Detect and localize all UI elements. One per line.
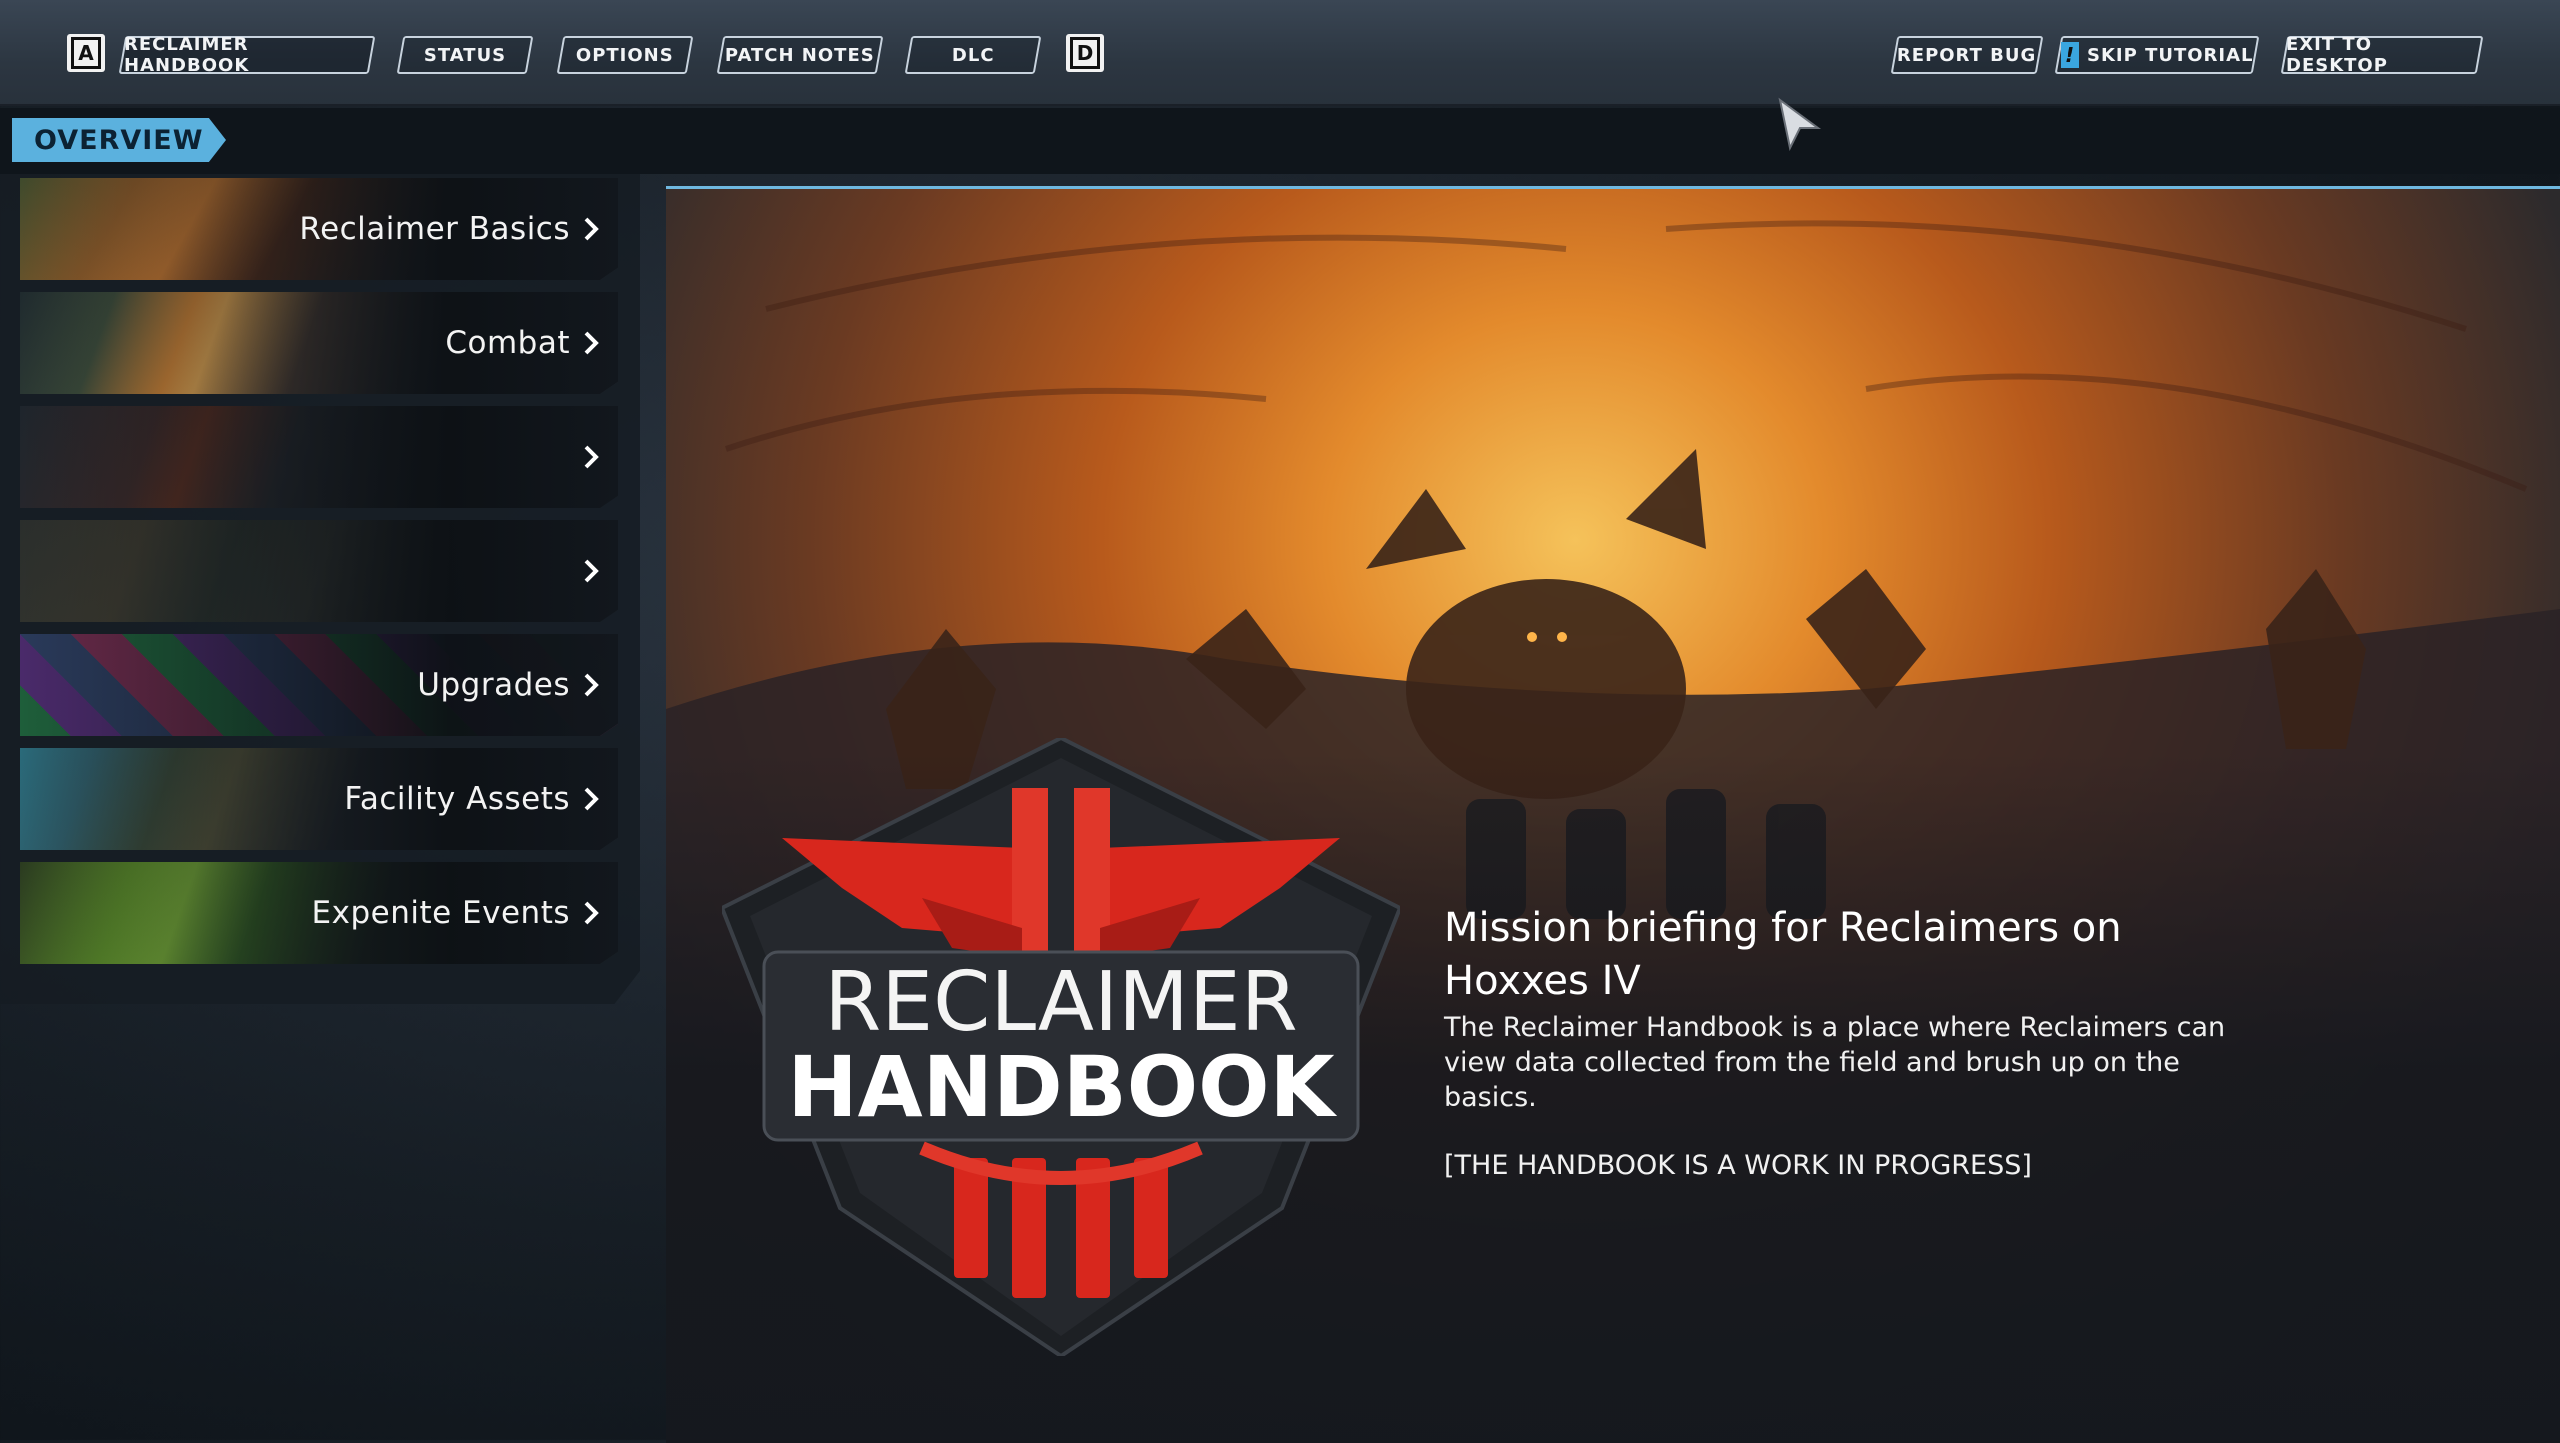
skip-tutorial-button[interactable]: ! SKIP TUTORIAL <box>2054 36 2260 74</box>
menu-item-combat[interactable]: Combat <box>20 292 618 394</box>
tab-status[interactable]: STATUS <box>396 36 534 74</box>
overview-section-tag: OVERVIEW <box>12 118 226 162</box>
reclaimer-handbook-emblem: RECLAIMER HANDBOOK <box>722 738 1400 1356</box>
emblem-line2: HANDBOOK <box>787 1038 1337 1136</box>
menu-item-label: Upgrades <box>417 667 570 703</box>
menu-item-reclaimer-basics[interactable]: Reclaimer Basics <box>20 178 618 280</box>
chevron-right-icon <box>584 217 599 241</box>
tab-label: OPTIONS <box>576 44 674 66</box>
chevron-right-icon <box>584 787 599 811</box>
menu-item-label: Reclaimer Basics <box>299 211 570 247</box>
chevron-right-icon <box>584 901 599 925</box>
report-bug-button[interactable]: REPORT BUG <box>1890 36 2044 74</box>
chevron-right-icon <box>584 445 599 469</box>
briefing-note: [THE HANDBOOK IS A WORK IN PROGRESS] <box>1444 1150 2032 1181</box>
menu-item-facility-assets[interactable]: Facility Assets <box>20 748 618 850</box>
chevron-right-icon <box>584 331 599 355</box>
tab-label: STATUS <box>423 44 507 66</box>
menu-item-label: Facility Assets <box>344 781 570 817</box>
button-label: REPORT BUG <box>1897 44 2037 66</box>
button-label: EXIT TO DESKTOP <box>2286 34 2388 76</box>
mouse-cursor-icon <box>1778 97 1822 152</box>
section-header-bar <box>0 108 2560 174</box>
menu-item-locked-2[interactable] <box>20 520 618 622</box>
tab-label: DLC <box>951 44 995 66</box>
tab-dlc[interactable]: DLC <box>904 36 1042 74</box>
exit-to-desktop-button[interactable]: EXIT TO DESKTOP <box>2280 34 2484 76</box>
menu-item-locked-1[interactable] <box>20 406 618 508</box>
chevron-right-icon <box>584 673 599 697</box>
section-label: OVERVIEW <box>34 124 204 156</box>
button-label: SKIP TUTORIAL <box>2086 44 2254 66</box>
emblem-line1: RECLAIMER <box>824 955 1297 1050</box>
menu-item-upgrades[interactable]: Upgrades <box>20 634 618 736</box>
briefing-title: Mission briefing for Reclaimers on Hoxxe… <box>1444 905 2122 1004</box>
chevron-right-icon <box>584 559 599 583</box>
menu-item-label: Expenite Events <box>311 895 570 931</box>
alert-icon: ! <box>2060 42 2079 68</box>
tab-options[interactable]: OPTIONS <box>556 36 694 74</box>
menu-item-expenite-events[interactable]: Expenite Events <box>20 862 618 964</box>
next-tab-key-icon[interactable]: D <box>1066 34 1104 72</box>
prev-tab-key-icon[interactable]: A <box>67 34 105 72</box>
tab-label: RECLAIMER HANDBOOK <box>124 34 250 76</box>
briefing-body: The Reclaimer Handbook is a place where … <box>1444 1012 2226 1113</box>
tab-reclaimer-handbook[interactable]: RECLAIMER HANDBOOK <box>118 34 376 76</box>
tab-patch-notes[interactable]: PATCH NOTES <box>716 36 884 74</box>
tab-label: PATCH NOTES <box>725 44 875 66</box>
menu-item-label: Combat <box>445 325 570 361</box>
button-content: ! SKIP TUTORIAL <box>2060 42 2254 68</box>
